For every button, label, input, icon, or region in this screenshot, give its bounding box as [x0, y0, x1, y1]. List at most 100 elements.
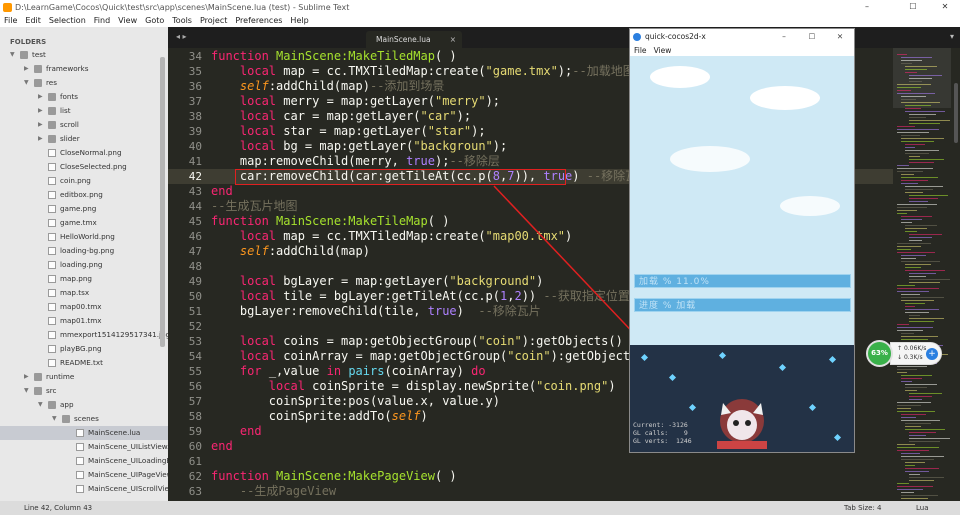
tree-folder[interactable]: ▶ scroll	[0, 118, 168, 132]
tree-folder[interactable]: ▶ runtime	[0, 370, 168, 384]
chevron-down-icon[interactable]: ▼	[52, 412, 60, 426]
code-line[interactable]: function MainScene:MakePageView( )	[211, 469, 457, 484]
tree-file[interactable]: map01.tmx	[0, 314, 168, 328]
memory-percent-badge[interactable]: 63%	[866, 340, 893, 367]
network-monitor-widget[interactable]: ↑ 0.06K/s ↓ 0.3K/s + 63%	[866, 340, 944, 367]
code-line[interactable]: local coinSprite = display.newSprite("co…	[211, 379, 616, 394]
sidebar-scrollbar[interactable]	[160, 57, 165, 347]
code-line[interactable]: function MainScene:MakeTileMap( )	[211, 214, 449, 229]
tree-file[interactable]: game.png	[0, 202, 168, 216]
code-line[interactable]: local coinArray = map:getObjectGroup("co…	[211, 349, 652, 364]
code-line[interactable]: coinSprite:pos(value.x, value.y)	[211, 394, 500, 409]
close-button[interactable]: ✕	[932, 0, 958, 14]
chevron-down-icon[interactable]: ▼	[38, 398, 46, 412]
tree-folder[interactable]: ▶ frameworks	[0, 62, 168, 76]
code-line[interactable]: local map = cc.TMXTiledMap:create("map00…	[211, 229, 572, 244]
tree-file[interactable]: MainScene_UIScrollView.lua	[0, 482, 168, 496]
game-view[interactable]: 加载 % 11.0% 进度 % 加载 Current: -3126 GL call…	[630, 56, 854, 452]
chevron-right-icon[interactable]: ▶	[38, 132, 46, 146]
menu-selection[interactable]: Selection	[45, 16, 90, 25]
tree-file[interactable]: map.tsx	[0, 286, 168, 300]
tree-file[interactable]: MainScene.lua	[0, 426, 168, 440]
menu-find[interactable]: Find	[90, 16, 114, 25]
tree-folder[interactable]: ▼ app	[0, 398, 168, 412]
code-line[interactable]: local tile = bgLayer:getTileAt(cc.p(1,2)…	[211, 289, 642, 304]
code-line[interactable]: for _,value in pairs(coinArray) do	[211, 364, 486, 379]
code-line[interactable]: end	[211, 184, 233, 199]
tree-file[interactable]: HelloWorld.png	[0, 230, 168, 244]
menu-project[interactable]: Project	[196, 16, 231, 25]
tree-folder[interactable]: ▶ fonts	[0, 90, 168, 104]
accelerate-icon[interactable]: +	[926, 348, 938, 360]
code-line[interactable]: self:addChild(map)	[211, 244, 370, 259]
menu-goto[interactable]: Goto	[141, 16, 168, 25]
code-line[interactable]: coinSprite:addTo(self)	[211, 409, 428, 424]
code-line[interactable]: --生成瓦片地图	[211, 199, 297, 214]
minimap[interactable]	[893, 48, 960, 501]
code-line[interactable]: local map = cc.TMXTiledMap:create("game.…	[211, 64, 647, 79]
chevron-right-icon[interactable]: ▶	[38, 104, 46, 118]
tree-file[interactable]: CloseNormal.png	[0, 146, 168, 160]
tree-folder[interactable]: ▶ slider	[0, 132, 168, 146]
quick-maximize-button[interactable]: ☐	[804, 29, 820, 45]
code-line[interactable]: local coins = map:getObjectGroup("coin")…	[211, 334, 623, 349]
code-line[interactable]: end	[211, 439, 233, 454]
chevron-down-icon[interactable]: ▼	[24, 76, 32, 90]
quick-minimize-button[interactable]: –	[776, 29, 792, 45]
syntax-label[interactable]: Lua	[916, 501, 929, 515]
tree-file[interactable]: mmexport1514129517341.jpg	[0, 328, 168, 342]
code-line[interactable]: local merry = map:getLayer("merry");	[211, 94, 500, 109]
tree-file[interactable]: MainScene_UIPageView.lua	[0, 468, 168, 482]
tree-file[interactable]: MainScene_UIListView.lua	[0, 440, 168, 454]
tree-folder[interactable]: ▶ list	[0, 104, 168, 118]
quick-menu-view[interactable]: View	[654, 46, 672, 55]
tree-file[interactable]: editbox.png	[0, 188, 168, 202]
maximize-button[interactable]: ☐	[900, 0, 926, 14]
minimize-button[interactable]: –	[854, 0, 880, 14]
tree-file[interactable]: loading-bg.png	[0, 244, 168, 258]
chevron-right-icon[interactable]: ▶	[38, 90, 46, 104]
menu-help[interactable]: Help	[286, 16, 312, 25]
code-line[interactable]: end	[211, 424, 262, 439]
menu-edit[interactable]: Edit	[21, 16, 45, 25]
menu-view[interactable]: View	[114, 16, 141, 25]
code-line[interactable]: map:removeChild(merry, true);--移除层	[211, 154, 500, 169]
code-line[interactable]: bgLayer:removeChild(tile, true) --移除瓦片	[211, 304, 541, 319]
tree-folder[interactable]: ▼ src	[0, 384, 168, 398]
tree-folder[interactable]: ▼ res	[0, 76, 168, 90]
code-line[interactable]: local bg = map:getLayer("backgroun");	[211, 139, 507, 154]
tree-folder[interactable]: ▼ scenes	[0, 412, 168, 426]
tab-mainscene-lua[interactable]: MainScene.lua ×	[366, 31, 462, 48]
tree-file[interactable]: map00.tmx	[0, 300, 168, 314]
tree-file[interactable]: MainScene_UILoadingBar.lua	[0, 454, 168, 468]
tree-file[interactable]: coin.png	[0, 174, 168, 188]
chevron-right-icon[interactable]: ▶	[24, 370, 32, 384]
chevron-down-icon[interactable]: ▼	[24, 384, 32, 398]
code-line[interactable]: self:addChild(map)--添加到场景	[211, 79, 445, 94]
tab-close-icon[interactable]: ×	[450, 31, 456, 48]
quick-close-button[interactable]: ✕	[832, 29, 848, 45]
tree-file[interactable]: loading.png	[0, 258, 168, 272]
code-line[interactable]: local car = map:getLayer("car");	[211, 109, 471, 124]
tree-file[interactable]: game.tmx	[0, 216, 168, 230]
tree-folder[interactable]: ▼ test	[0, 48, 168, 62]
chevron-right-icon[interactable]: ▶	[38, 118, 46, 132]
tree-file[interactable]: playBG.png	[0, 342, 168, 356]
tree-file[interactable]: map.png	[0, 272, 168, 286]
code-line[interactable]: --生成PageView	[211, 484, 336, 499]
tab-dropdown-icon[interactable]: ▾	[950, 32, 954, 41]
menu-tools[interactable]: Tools	[168, 16, 196, 25]
tab-nav-arrows[interactable]: ◂ ▸	[176, 32, 187, 41]
menu-preferences[interactable]: Preferences	[231, 16, 286, 25]
tab-size[interactable]: Tab Size: 4	[844, 501, 881, 515]
menu-file[interactable]: File	[0, 16, 21, 25]
chevron-right-icon[interactable]: ▶	[24, 62, 32, 76]
code-line[interactable]: local star = map:getLayer("star");	[211, 124, 486, 139]
code-line[interactable]: local bgLayer = map:getLayer("background…	[211, 274, 543, 289]
tree-file[interactable]: CloseSelected.png	[0, 160, 168, 174]
editor-scrollbar[interactable]	[954, 83, 958, 143]
quick-menu-file[interactable]: File	[634, 46, 647, 55]
code-line[interactable]: function MainScene:MakeTiledMap( )	[211, 49, 457, 64]
chevron-down-icon[interactable]: ▼	[10, 48, 18, 62]
tree-file[interactable]: README.txt	[0, 356, 168, 370]
